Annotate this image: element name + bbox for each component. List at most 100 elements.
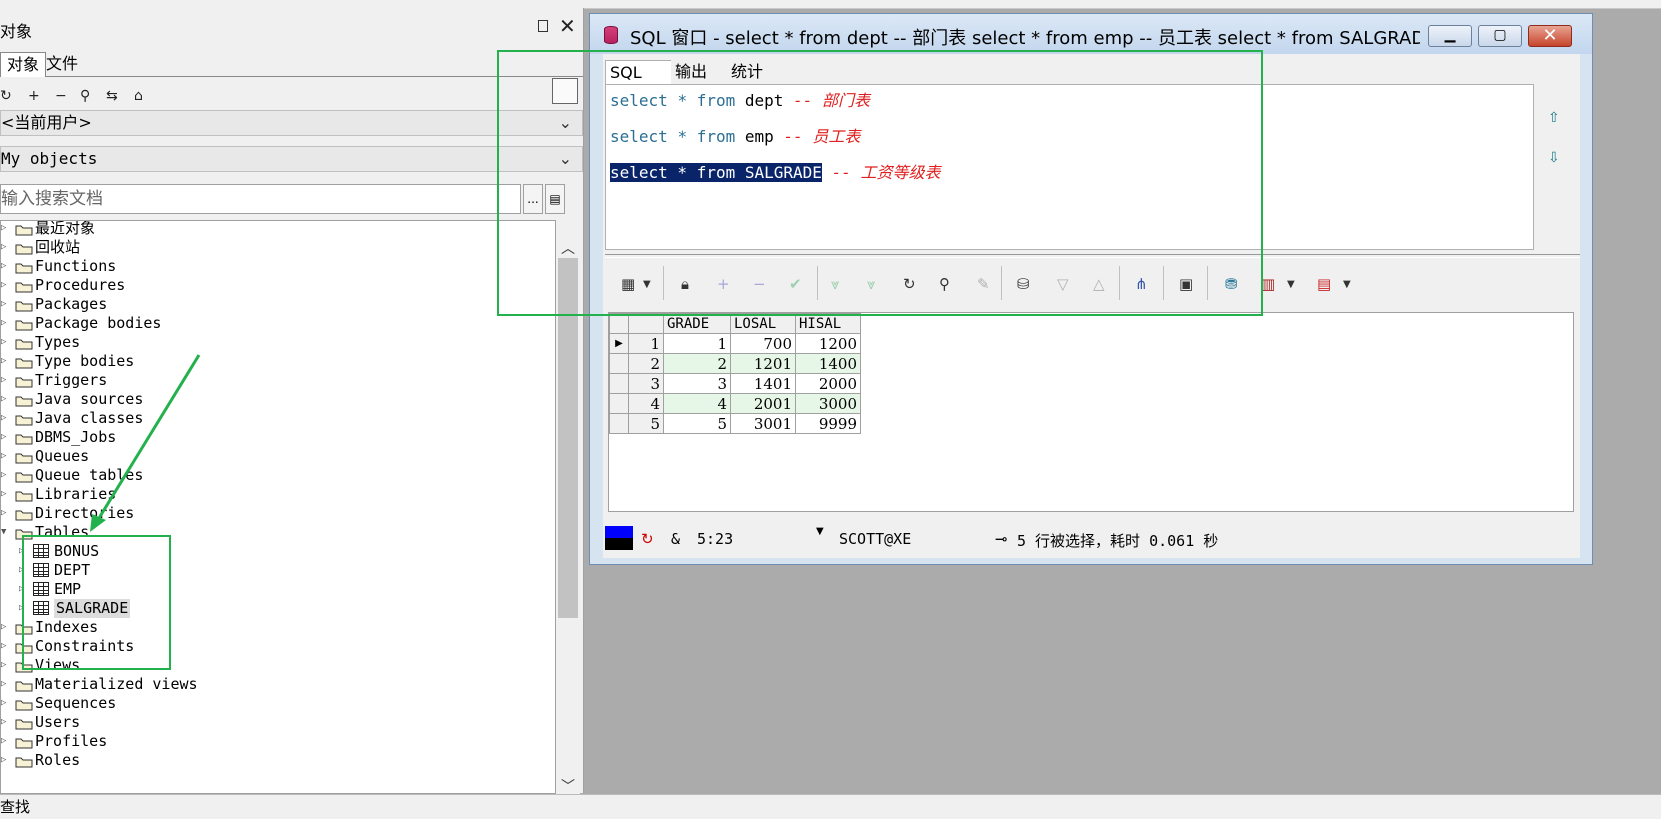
tree-node[interactable]: ▷ Materialized views: [1, 675, 551, 694]
search-input[interactable]: 输入搜索文档: [0, 184, 521, 214]
cell-grade[interactable]: 2: [663, 353, 731, 374]
tree-node[interactable]: ▷ Directories: [1, 504, 551, 523]
column-header[interactable]: HISAL: [795, 313, 861, 334]
tree-node[interactable]: ▷ Queues: [1, 447, 551, 466]
cell-grade[interactable]: 1: [663, 333, 731, 354]
cell-losal[interactable]: 1401: [730, 373, 796, 394]
chart-icon[interactable]: ▥: [1261, 275, 1275, 293]
table-row[interactable]: ▶ 1 1 700 1200: [609, 333, 861, 354]
refresh-icon[interactable]: ↻: [0, 88, 12, 104]
tree-node[interactable]: ▷ DBMS_Jobs: [1, 428, 551, 447]
scroll-down-icon[interactable]: ﹀: [561, 776, 575, 796]
close-icon[interactable]: ✕: [559, 14, 576, 38]
tree-node[interactable]: ▷ Sequences: [1, 694, 551, 713]
tree-node[interactable]: ▷ Queue tables: [1, 466, 551, 485]
tree-node[interactable]: ▷ Type bodies: [1, 352, 551, 371]
expand-icon[interactable]: ▷: [1, 713, 7, 732]
tree-node[interactable]: ▷ Users: [1, 713, 551, 732]
expand-icon[interactable]: ▷: [1, 466, 7, 485]
expand-icon[interactable]: ▷: [1, 221, 7, 238]
pin-icon[interactable]: [538, 20, 548, 32]
scope-select[interactable]: My objects ⌄: [0, 146, 583, 172]
table-row[interactable]: 5 5 3001 9999: [609, 413, 861, 434]
cell-hisal[interactable]: 1200: [795, 333, 861, 354]
expand-icon[interactable]: ▷: [1, 409, 7, 428]
expand-icon[interactable]: ▷: [1, 447, 7, 466]
tree-node[interactable]: ▷ Packages: [1, 295, 551, 314]
expand-icon[interactable]: ▷: [1, 732, 7, 751]
expand-icon[interactable]: ▷: [1, 656, 7, 675]
cell-hisal[interactable]: 9999: [795, 413, 861, 434]
expand-icon[interactable]: ▷: [1, 390, 7, 409]
tree-node-label: 最近对象: [35, 220, 96, 237]
tab-files[interactable]: 文件: [40, 52, 84, 76]
cell-grade[interactable]: 4: [663, 393, 731, 414]
cell-hisal[interactable]: 3000: [795, 393, 861, 414]
tree-node[interactable]: ▷ Profiles: [1, 732, 551, 751]
arrow-up-icon[interactable]: ⇧: [1548, 110, 1560, 126]
dropdown-arrow-icon[interactable]: ▼: [816, 526, 824, 537]
cell-losal[interactable]: 700: [730, 333, 796, 354]
expand-icon[interactable]: ▷: [1, 637, 7, 656]
expand-icon[interactable]: ▷: [1, 428, 7, 447]
tree-node[interactable]: ▷ Triggers: [1, 371, 551, 390]
arrow-down-icon[interactable]: ⇩: [1548, 150, 1560, 166]
expand-icon[interactable]: ▷: [1, 257, 7, 276]
cell-grade[interactable]: 5: [663, 413, 731, 434]
tree-node[interactable]: ▷ Functions: [1, 257, 551, 276]
expand-icon[interactable]: ▷: [1, 371, 7, 390]
cell-hisal[interactable]: 1400: [795, 353, 861, 374]
window-titlebar[interactable]: SQL 窗口 - select * from dept -- 部门表 selec…: [590, 14, 1592, 54]
tree-node[interactable]: ▷ 最近对象: [1, 220, 551, 238]
expand-icon[interactable]: ▷: [1, 238, 7, 257]
tree-node[interactable]: ▷ Package bodies: [1, 314, 551, 333]
cell-losal[interactable]: 1201: [730, 353, 796, 374]
table-row[interactable]: 2 2 1201 1400: [609, 353, 861, 374]
expand-icon[interactable]: ▷: [1, 618, 7, 637]
dropdown-arrow-icon[interactable]: ▼: [1287, 279, 1295, 290]
expand-icon[interactable]: ▷: [1, 295, 7, 314]
expand-icon[interactable]: ▷: [1, 352, 7, 371]
expand-icon[interactable]: ▷: [1, 504, 7, 523]
tree-node[interactable]: ▷ Libraries: [1, 485, 551, 504]
column-header[interactable]: GRADE: [663, 313, 731, 334]
tree-node[interactable]: ▷ Java sources: [1, 390, 551, 409]
table-row[interactable]: 3 3 1401 2000: [609, 373, 861, 394]
expand-icon[interactable]: ▷: [1, 751, 7, 770]
expand-icon[interactable]: ▷: [1, 276, 7, 295]
expand-icon[interactable]: ▷: [1, 694, 7, 713]
remove-icon[interactable]: −: [55, 88, 67, 104]
tree-node[interactable]: ▷ 回收站: [1, 238, 551, 257]
tree-node[interactable]: ▷ Roles: [1, 751, 551, 770]
column-header[interactable]: LOSAL: [730, 313, 796, 334]
maximize-button[interactable]: ▢: [1478, 25, 1522, 47]
find-icon[interactable]: ⚲: [80, 88, 90, 104]
tree-node-label: Users: [35, 713, 81, 731]
add-icon[interactable]: +: [28, 88, 40, 104]
close-button[interactable]: ✕: [1528, 25, 1572, 47]
cell-grade[interactable]: 3: [663, 373, 731, 394]
expand-icon[interactable]: ▷: [1, 314, 7, 333]
cell-losal[interactable]: 2001: [730, 393, 796, 414]
collapse-icon[interactable]: ▼: [1, 523, 7, 542]
minimize-button[interactable]: ▁: [1428, 25, 1472, 47]
find-bar[interactable]: 查找: [0, 794, 1661, 819]
table-row[interactable]: 4 4 2001 3000: [609, 393, 861, 414]
tree-scrollbar[interactable]: ︿ ﹀: [556, 234, 580, 796]
properties-icon[interactable]: ⌂: [134, 88, 143, 104]
cell-losal[interactable]: 3001: [730, 413, 796, 434]
dropdown-arrow-icon[interactable]: ▼: [1343, 279, 1351, 290]
tree-node[interactable]: ▷ Procedures: [1, 276, 551, 295]
export-table-icon[interactable]: ▤: [1317, 275, 1331, 293]
connection-label[interactable]: SCOTT@XE: [839, 530, 911, 548]
tree-node[interactable]: ▷ Types: [1, 333, 551, 352]
expand-icon[interactable]: ▷: [1, 675, 7, 694]
reconnect-icon[interactable]: ↻: [641, 530, 654, 548]
filter-icon[interactable]: ⇆: [106, 88, 118, 104]
user-select[interactable]: <当前用户> ⌄: [0, 110, 583, 136]
cell-hisal[interactable]: 2000: [795, 373, 861, 394]
expand-icon[interactable]: ▷: [1, 485, 7, 504]
result-grid[interactable]: GRADE LOSAL HISAL ▶ 1 1 700 1200 2 2 1201 1400 3 3…: [608, 312, 1574, 512]
tree-node[interactable]: ▷ Java classes: [1, 409, 551, 428]
expand-icon[interactable]: ▷: [1, 333, 7, 352]
